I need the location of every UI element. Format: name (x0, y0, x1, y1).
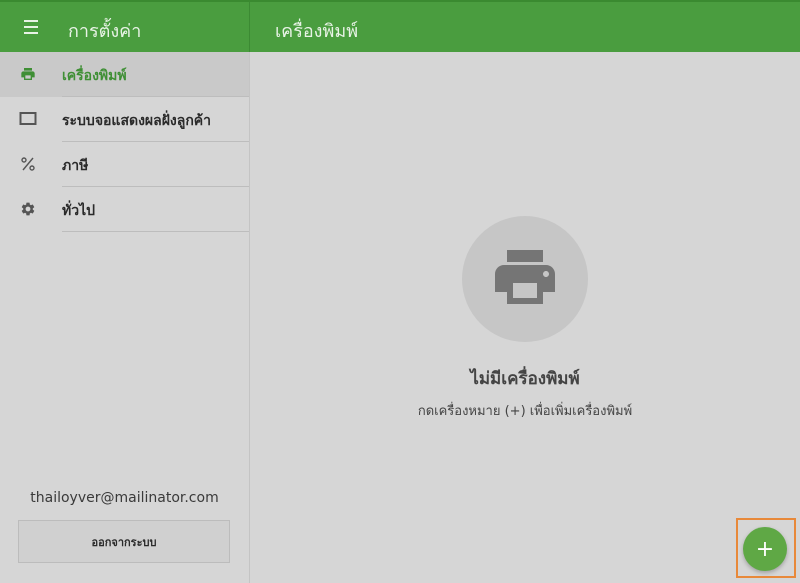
add-printer-button[interactable]: + (743, 527, 787, 571)
main-content: ไม่มีเครื่องพิมพ์ กดเครื่องหมาย (+) เพื่… (250, 52, 800, 583)
gear-icon (19, 200, 37, 218)
sidebar-item-label: เครื่องพิมพ์ (62, 68, 127, 84)
sidebar-item-general[interactable]: ทั่วไป (0, 187, 249, 232)
printer-icon (19, 65, 37, 83)
empty-state-subtitle: กดเครื่องหมาย (+) เพื่อเพิ่มเครื่องพิมพ์ (417, 404, 633, 419)
empty-state-title: ไม่มีเครื่องพิมพ์ (470, 369, 580, 389)
sidebar-item-tax[interactable]: ภาษี (0, 142, 249, 187)
percent-icon (19, 155, 37, 173)
logout-button[interactable]: ออกจากระบบ (18, 520, 230, 563)
app-title: การตั้งค่า (68, 21, 142, 42)
sidebar-item-customer-display[interactable]: ระบบจอแสดงผลฝั่งลูกค้า (0, 97, 249, 142)
sidebar: เครื่องพิมพ์ ระบบจอแสดงผลฝั่งลูกค้า ภาษี… (0, 52, 250, 583)
sidebar-item-label: ระบบจอแสดงผลฝั่งลูกค้า (62, 113, 212, 129)
display-icon (19, 110, 37, 128)
printer-icon (489, 241, 561, 317)
plus-icon: + (755, 536, 775, 562)
sidebar-item-printers[interactable]: เครื่องพิมพ์ (0, 52, 249, 97)
hamburger-menu-icon[interactable] (24, 16, 46, 38)
empty-state-illustration (462, 216, 588, 342)
user-email: thailoyver@mailinator.com (30, 490, 219, 506)
sidebar-item-label: ทั่วไป (62, 203, 96, 219)
app-header: การตั้งค่า เครื่องพิมพ์ (0, 0, 800, 54)
page-title: เครื่องพิมพ์ (275, 21, 359, 42)
header-divider (249, 2, 250, 54)
sidebar-item-label: ภาษี (62, 158, 89, 174)
divider (62, 231, 249, 232)
